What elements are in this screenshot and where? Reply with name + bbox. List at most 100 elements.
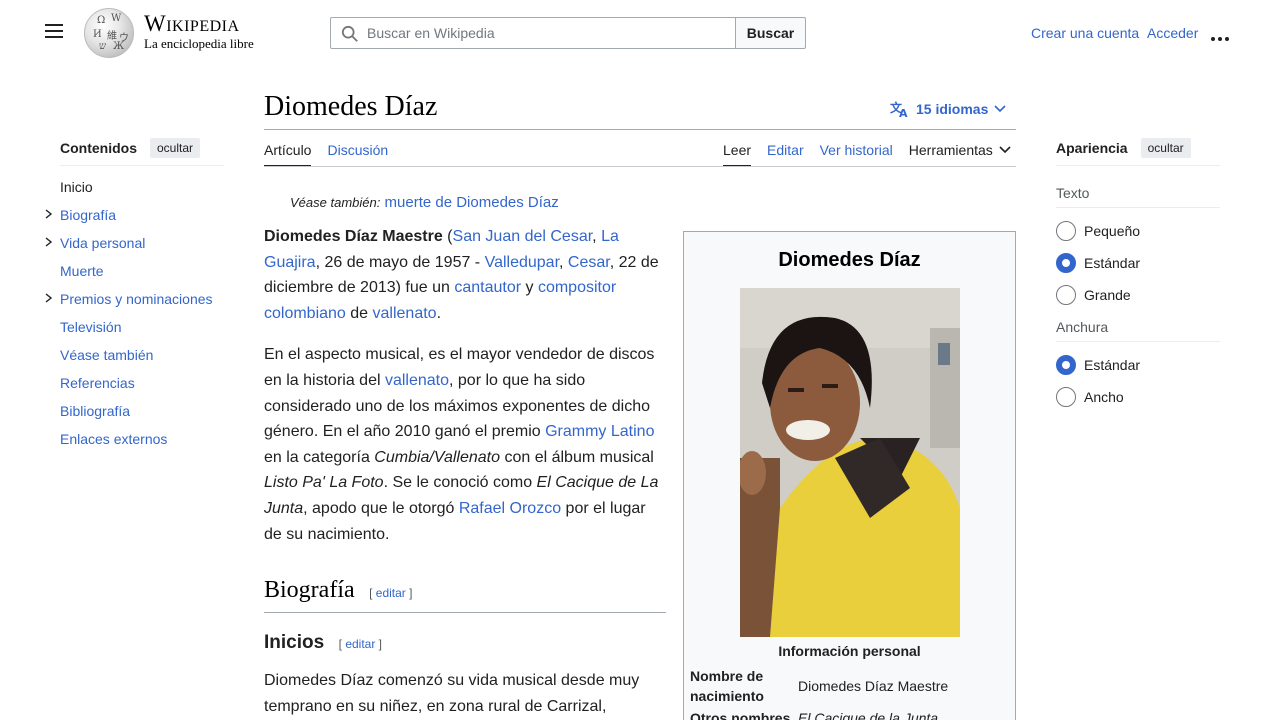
- link-rafael-orozco[interactable]: Rafael Orozco: [459, 500, 561, 517]
- create-account-link[interactable]: Crear una cuenta: [1031, 25, 1139, 41]
- width-options: Estándar Ancho: [1056, 349, 1220, 413]
- search-input[interactable]: [367, 18, 727, 48]
- radio-button[interactable]: [1056, 221, 1076, 241]
- radio-label: Pequeño: [1084, 223, 1141, 239]
- infobox-value: El Cacique de la Junta: [798, 710, 939, 720]
- edit-link[interactable]: editar: [345, 637, 375, 651]
- chevron-down-icon: [999, 146, 1011, 154]
- tab-read[interactable]: Leer: [723, 142, 752, 167]
- infobox-label: Otros nombres: [690, 710, 791, 720]
- table-of-contents: Contenidos ocultar Inicio Biografía Vida p…: [45, 137, 224, 447]
- subsection-title: Inicios: [264, 632, 325, 653]
- text: en la categoría: [264, 448, 375, 466]
- subject-name: Diomedes Díaz Maestre: [264, 228, 443, 245]
- toc-item[interactable]: Referencias: [60, 373, 213, 401]
- tab-history[interactable]: Ver historial: [820, 142, 893, 167]
- toc-header: Contenidos ocultar: [60, 137, 224, 159]
- wikipedia-wordmark[interactable]: Wikipedia: [144, 11, 240, 37]
- login-link[interactable]: Acceder: [1147, 25, 1198, 41]
- radio-option[interactable]: Pequeño: [1056, 215, 1220, 247]
- radio-label: Ancho: [1084, 389, 1124, 405]
- chevron-right-icon[interactable]: [44, 237, 54, 247]
- link-san-juan[interactable]: San Juan del Cesar: [453, 228, 593, 245]
- toc-item[interactable]: Muerte: [60, 261, 213, 289]
- link-vallenato[interactable]: vallenato: [373, 305, 437, 322]
- toc-hide-button[interactable]: ocultar: [150, 138, 201, 158]
- link-grammy-latino[interactable]: Grammy Latino: [545, 423, 654, 440]
- toc-item[interactable]: Biografía: [45, 205, 213, 233]
- chevron-right-icon[interactable]: [44, 293, 54, 303]
- italic-text: Cumbia/Vallenato: [374, 448, 500, 466]
- tab-discussion[interactable]: Discusión: [327, 142, 388, 167]
- language-count: 15 idiomas: [916, 101, 989, 117]
- radio-button[interactable]: [1056, 355, 1076, 375]
- hatnote-prefix: Véase también:: [290, 195, 381, 210]
- radio-option[interactable]: Grande: [1056, 279, 1220, 311]
- width-label: Anchura: [1056, 319, 1109, 335]
- chevron-right-icon[interactable]: [44, 209, 54, 219]
- more-options-icon[interactable]: [1211, 28, 1233, 41]
- text: . Se le conoció como: [383, 474, 537, 492]
- tab-edit[interactable]: Editar: [767, 142, 804, 167]
- infobox-section-title: Información personal: [778, 643, 921, 659]
- radio-button[interactable]: [1056, 285, 1076, 305]
- tools-menu[interactable]: Herramientas: [909, 142, 1011, 167]
- translate-icon: 文 A: [890, 100, 908, 118]
- link-cantautor[interactable]: cantautor: [454, 279, 521, 296]
- toc-item[interactable]: Enlaces externos: [60, 429, 213, 457]
- toc-item[interactable]: Véase también: [60, 345, 213, 373]
- view-tabs: Leer Editar Ver historial Herramientas: [723, 142, 1011, 167]
- link-cesar[interactable]: Cesar: [568, 254, 610, 271]
- svg-text:A: A: [899, 107, 908, 118]
- radio-button[interactable]: [1056, 387, 1076, 407]
- subsection-heading-inicios: Inicios [ editar ]: [264, 632, 382, 654]
- tab-article[interactable]: Artículo: [264, 142, 312, 167]
- toc-item-label: Referencias: [60, 375, 135, 391]
- tools-label: Herramientas: [908, 142, 993, 158]
- toc-item-label: Televisión: [60, 319, 122, 335]
- article-body: Diomedes Díaz Maestre (San Juan del Cesa…: [264, 224, 666, 562]
- text: , apodo que le otorgó: [303, 499, 459, 517]
- text: con el álbum musical: [500, 448, 654, 466]
- infobox-row-other-names: Otros nombres El Cacique de la Junta: [690, 708, 938, 720]
- appearance-divider: [1056, 341, 1220, 342]
- title-divider: [264, 129, 1016, 130]
- inicios-paragraph: Diomedes Díaz comenzó su vida musical de…: [264, 672, 640, 715]
- radio-button[interactable]: [1056, 253, 1076, 273]
- text: de: [345, 304, 373, 322]
- link-vallenato[interactable]: vallenato: [385, 372, 449, 389]
- toc-item[interactable]: Vida personal: [45, 233, 213, 261]
- toc-item[interactable]: Premios y nominaciones: [45, 289, 213, 317]
- text: , 26 de mayo de 1957 -: [315, 253, 485, 271]
- toc-item-label: Premios y nominaciones: [60, 291, 213, 307]
- text-size-options: Pequeño Estándar Grande: [1056, 215, 1220, 311]
- hatnote-link[interactable]: muerte de Diomedes Díaz: [385, 194, 559, 211]
- portrait-photo[interactable]: [740, 288, 960, 637]
- toc-item[interactable]: Inicio: [60, 177, 213, 205]
- toc-item[interactable]: Bibliografía: [60, 401, 213, 429]
- second-paragraph: En el aspecto musical, es el mayor vende…: [264, 342, 666, 547]
- edit-link[interactable]: editar: [376, 586, 406, 600]
- radio-option[interactable]: Estándar: [1056, 349, 1220, 381]
- portrait-illustration: [740, 288, 960, 637]
- edit-section-link: [ editar ]: [369, 586, 413, 600]
- toc-item-label: Vida personal: [60, 235, 146, 251]
- appearance-hide-button[interactable]: ocultar: [1140, 138, 1191, 158]
- search-button[interactable]: Buscar: [735, 17, 806, 49]
- text: .: [436, 304, 442, 322]
- radio-label: Estándar: [1084, 255, 1141, 271]
- wikipedia-globe-logo[interactable]: Ω W И 維 ウ ש Ж: [84, 8, 134, 58]
- toc-item[interactable]: Televisión: [60, 317, 213, 345]
- language-button[interactable]: 文 A 15 idiomas: [890, 100, 1006, 118]
- link-valledupar[interactable]: Valledupar: [485, 254, 559, 271]
- namespace-tabs: Artículo Discusión: [264, 142, 388, 167]
- lead-paragraph: Diomedes Díaz Maestre (San Juan del Cesa…: [264, 224, 666, 326]
- radio-option[interactable]: Ancho: [1056, 381, 1220, 413]
- infobox-label: Nombre de nacimiento: [690, 668, 764, 704]
- main-menu-icon[interactable]: [40, 20, 68, 44]
- section-heading-biografia: Biografía [ editar ]: [264, 577, 666, 613]
- radio-option[interactable]: Estándar: [1056, 247, 1220, 279]
- appearance-header: Apariencia ocultar: [1056, 137, 1220, 159]
- edit-section-link: [ editar ]: [338, 637, 383, 651]
- text: ,: [559, 253, 568, 271]
